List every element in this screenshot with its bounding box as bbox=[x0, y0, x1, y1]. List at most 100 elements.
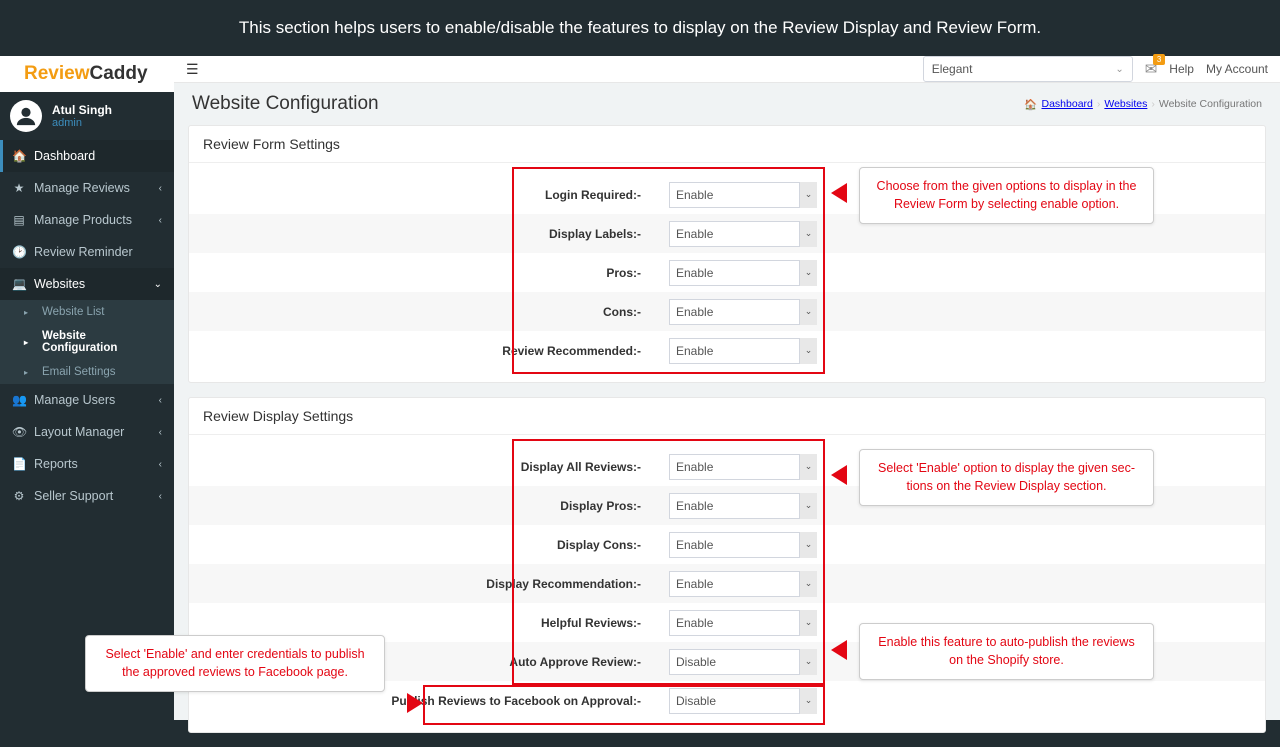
select-recommended[interactable]: Enable⌄ bbox=[669, 338, 817, 364]
label-display-all: Display All Reviews:- bbox=[189, 460, 669, 474]
subnav-website-config[interactable]: ▸Website Configuration bbox=[0, 324, 174, 360]
nav-reports[interactable]: 📄Reports‹ bbox=[0, 448, 174, 480]
arrow-icon bbox=[407, 693, 423, 713]
notification-badge: 3 bbox=[1153, 54, 1165, 65]
chevron-down-icon: ⌄ bbox=[799, 532, 817, 558]
select-auto-approve[interactable]: Disable⌄ bbox=[669, 649, 817, 675]
callout-facebook: Select 'Enable' and enter credentials to… bbox=[85, 635, 385, 692]
label-display-cons: Display Cons:- bbox=[189, 538, 669, 552]
label-pros: Pros:- bbox=[189, 266, 669, 280]
callout-auto-approve: Enable this feature to auto-publish the … bbox=[859, 623, 1154, 680]
label-display-pros: Display Pros:- bbox=[189, 499, 669, 513]
avatar bbox=[10, 100, 42, 132]
users-icon: 👥 bbox=[12, 393, 26, 407]
subnav-website-list[interactable]: ▸Website List bbox=[0, 300, 174, 324]
chevron-down-icon: ⌄ bbox=[799, 571, 817, 597]
chevron-down-icon: ⌄ bbox=[799, 454, 817, 480]
menu-toggle-icon[interactable]: ☰ bbox=[186, 61, 199, 78]
chevron-left-icon: ‹ bbox=[159, 427, 162, 438]
label-fb-publish: Publish Reviews to Facebook on Approval:… bbox=[189, 694, 669, 708]
chevron-down-icon: ⌄ bbox=[799, 221, 817, 247]
chevron-down-icon: ⌄ bbox=[799, 260, 817, 286]
select-display-rec[interactable]: Enable⌄ bbox=[669, 571, 817, 597]
bullet-icon: ▸ bbox=[24, 338, 28, 347]
select-display-all[interactable]: Enable⌄ bbox=[669, 454, 817, 480]
panel-header: Review Form Settings bbox=[189, 126, 1265, 163]
nav-manage-products[interactable]: ▤Manage Products‹ bbox=[0, 204, 174, 236]
chevron-left-icon: ‹ bbox=[159, 395, 162, 406]
label-cons: Cons:- bbox=[189, 305, 669, 319]
theme-select[interactable]: Elegant ⌄ bbox=[923, 56, 1133, 82]
gear-icon: ⚙ bbox=[12, 489, 26, 503]
select-display-labels[interactable]: Enable⌄ bbox=[669, 221, 817, 247]
crumb-current: Website Configuration bbox=[1159, 98, 1262, 110]
chevron-down-icon: ⌄ bbox=[154, 279, 162, 290]
nav-websites[interactable]: 💻Websites⌄ bbox=[0, 268, 174, 300]
sidebar: ReviewCaddy Atul Singh admin 🏠Dashboard … bbox=[0, 56, 174, 720]
chevron-down-icon: ⌄ bbox=[799, 688, 817, 714]
arrow-icon bbox=[831, 465, 847, 485]
chevron-down-icon: ⌄ bbox=[799, 338, 817, 364]
nav-manage-users[interactable]: 👥Manage Users‹ bbox=[0, 384, 174, 416]
crumb-websites[interactable]: Websites bbox=[1104, 98, 1147, 110]
notifications-button[interactable]: ✉ 3 bbox=[1145, 60, 1158, 79]
logo-part1: Review bbox=[24, 63, 89, 85]
info-banner: This section helps users to enable/disab… bbox=[0, 0, 1280, 56]
panel-review-display: Review Display Settings Display All Revi… bbox=[188, 397, 1266, 733]
logo-part2: Caddy bbox=[89, 63, 147, 85]
select-display-cons[interactable]: Enable⌄ bbox=[669, 532, 817, 558]
star-icon: ★ bbox=[12, 181, 26, 195]
nav-manage-reviews[interactable]: ★Manage Reviews‹ bbox=[0, 172, 174, 204]
file-icon: 📄 bbox=[12, 457, 26, 471]
page-header: Website Configuration 🏠 Dashboard › Webs… bbox=[174, 83, 1280, 125]
laptop-icon: 💻 bbox=[12, 277, 26, 291]
bullet-icon: ▸ bbox=[24, 368, 28, 377]
select-pros[interactable]: Enable⌄ bbox=[669, 260, 817, 286]
bullet-icon: ▸ bbox=[24, 308, 28, 317]
list-icon: ▤ bbox=[12, 213, 26, 227]
dashboard-icon: 🏠 bbox=[12, 149, 26, 163]
select-display-pros[interactable]: Enable⌄ bbox=[669, 493, 817, 519]
account-link[interactable]: My Account bbox=[1206, 62, 1268, 76]
crumb-dashboard[interactable]: Dashboard bbox=[1042, 98, 1093, 110]
panel-header: Review Display Settings bbox=[189, 398, 1265, 435]
select-login-required[interactable]: Enable⌄ bbox=[669, 182, 817, 208]
nav-dashboard[interactable]: 🏠Dashboard bbox=[0, 140, 174, 172]
label-display-rec: Display Recommendation:- bbox=[189, 577, 669, 591]
logo: ReviewCaddy bbox=[0, 56, 174, 92]
label-login-required: Login Required:- bbox=[189, 188, 669, 202]
chevron-down-icon: ⌄ bbox=[799, 182, 817, 208]
label-recommended: Review Recommended:- bbox=[189, 344, 669, 358]
subnav-email-settings[interactable]: ▸Email Settings bbox=[0, 360, 174, 384]
topbar: ☰ Elegant ⌄ ✉ 3 Help My Account bbox=[174, 56, 1280, 83]
chevron-down-icon: ⌄ bbox=[799, 493, 817, 519]
chevron-left-icon: ‹ bbox=[159, 183, 162, 194]
label-helpful: Helpful Reviews:- bbox=[189, 616, 669, 630]
user-panel: Atul Singh admin bbox=[0, 92, 174, 140]
user-name: Atul Singh bbox=[52, 103, 112, 117]
nav-layout-manager[interactable]: 👁Layout Manager‹ bbox=[0, 416, 174, 448]
page-title: Website Configuration bbox=[192, 93, 379, 115]
panel-review-form: Review Form Settings Login Required:-Ena… bbox=[188, 125, 1266, 383]
nav-seller-support[interactable]: ⚙Seller Support‹ bbox=[0, 480, 174, 512]
select-cons[interactable]: Enable⌄ bbox=[669, 299, 817, 325]
chevron-left-icon: ‹ bbox=[159, 459, 162, 470]
clock-icon: 🕑 bbox=[12, 245, 26, 259]
select-fb-publish[interactable]: Disable⌄ bbox=[669, 688, 817, 714]
arrow-icon bbox=[831, 183, 847, 203]
theme-value: Elegant bbox=[932, 62, 973, 76]
chevron-down-icon: ⌄ bbox=[799, 610, 817, 636]
nav-review-reminder[interactable]: 🕑Review Reminder bbox=[0, 236, 174, 268]
main-content: ☰ Elegant ⌄ ✉ 3 Help My Account Website … bbox=[174, 56, 1280, 720]
breadcrumb: 🏠 Dashboard › Websites › Website Configu… bbox=[1024, 98, 1262, 111]
callout-review-form: Choose from the given options to display… bbox=[859, 167, 1154, 224]
help-link[interactable]: Help bbox=[1169, 62, 1194, 76]
chevron-left-icon: ‹ bbox=[159, 491, 162, 502]
select-helpful[interactable]: Enable⌄ bbox=[669, 610, 817, 636]
chevron-down-icon: ⌄ bbox=[799, 299, 817, 325]
eye-icon: 👁 bbox=[12, 425, 26, 439]
callout-display: Select 'Enable' option to display the gi… bbox=[859, 449, 1154, 506]
chevron-down-icon: ⌄ bbox=[799, 649, 817, 675]
label-display-labels: Display Labels:- bbox=[189, 227, 669, 241]
user-role: admin bbox=[52, 117, 112, 129]
